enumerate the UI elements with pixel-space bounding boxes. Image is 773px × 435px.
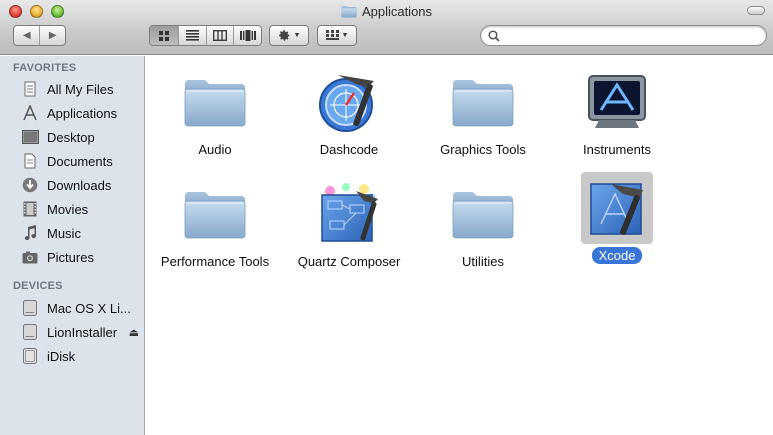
devices-header: DEVICES [13,280,63,292]
file-item-performance-tools[interactable]: Performance Tools [155,178,275,270]
file-name: Utilities [462,254,504,269]
search-field[interactable] [480,25,767,46]
file-name: Audio [198,142,232,157]
sidebar-item-label: All My Files [47,81,114,97]
folder-icon [341,5,357,18]
folder-icon [183,76,247,128]
action-menu[interactable]: ▼ [269,25,309,46]
file-name: Performance Tools [160,254,270,269]
sidebar-item-all-my-files[interactable]: All My Files [0,77,144,101]
back-button[interactable]: ◀ [14,26,39,45]
sidebar-item-label: Mac OS X Li... [47,300,131,316]
file-name: Xcode [591,247,643,264]
search-icon [488,29,500,42]
idisk-icon [21,347,39,365]
sidebar-item-lioninstaller[interactable]: LionInstaller ⏏ [0,320,144,344]
quartz-composer-icon [321,183,378,242]
file-item-graphics-tools[interactable]: Graphics Tools [423,66,543,158]
chevron-down-icon: ▼ [293,32,301,39]
pictures-icon [21,248,39,266]
file-item-utilities[interactable]: Utilities [423,178,543,270]
arrange-icon [325,30,339,40]
dashcode-icon [319,75,374,132]
folder-icon [183,188,247,240]
sidebar-item-music[interactable]: Music [0,221,144,245]
sidebar-item-label: Movies [47,201,89,217]
sidebar-item-label: iDisk [47,348,76,364]
window-title-text: Applications [361,4,433,19]
documents-icon [21,152,39,170]
favorites-header: FAVORITES [13,62,77,74]
file-item-dashcode[interactable]: Dashcode [289,66,409,158]
chevron-down-icon: ▼ [341,32,349,39]
file-name: Quartz Composer [297,254,401,269]
forward-button[interactable]: ▶ [39,26,65,45]
sidebar-item-downloads[interactable]: Downloads [0,173,144,197]
sidebar-item-desktop[interactable]: Desktop [0,125,144,149]
movies-icon [21,200,39,218]
sidebar: FAVORITES All My Files Applications Desk… [0,56,145,435]
list-view-button[interactable] [177,26,206,45]
cover-flow-icon [239,30,256,41]
window-title: Applications [0,4,773,19]
folder-icon [451,188,515,240]
sidebar-item-movies[interactable]: Movies [0,197,144,221]
toolbar-toggle-button[interactable] [747,6,765,15]
selection-highlight [581,172,653,244]
search-input[interactable] [506,28,756,43]
music-icon [21,224,39,242]
sidebar-item-applications[interactable]: Applications [0,101,144,125]
sidebar-item-pictures[interactable]: Pictures [0,245,144,269]
hard-drive-icon [21,299,39,317]
instruments-icon [588,75,646,128]
file-item-audio[interactable]: Audio [155,66,275,158]
file-item-quartz-composer[interactable]: Quartz Composer [289,178,409,270]
forward-arrow-icon: ▶ [48,30,57,41]
hard-drive-icon [21,323,39,341]
sidebar-item-label: Downloads [47,177,112,193]
column-view-icon [212,30,227,41]
gear-icon [278,30,289,41]
finder-window: Applications ◀ ▶ ▼ ▼ FAVORITES All My Fi… [0,0,773,435]
view-mode-control [149,25,262,46]
sidebar-item-mac-os-x[interactable]: Mac OS X Li... [0,296,144,320]
sidebar-item-documents[interactable]: Documents [0,149,144,173]
arrange-menu[interactable]: ▼ [317,25,357,46]
toolbar: Applications ◀ ▶ ▼ ▼ [0,0,773,55]
back-arrow-icon: ◀ [22,30,31,41]
file-item-instruments[interactable]: Instruments [557,66,677,158]
sidebar-item-label: Pictures [47,249,94,265]
folder-icon [451,76,515,128]
sidebar-item-label: LionInstaller [47,324,118,340]
list-view-icon [185,30,199,41]
xcode-icon [590,183,643,235]
sidebar-item-label: Music [47,225,81,241]
sidebar-item-idisk[interactable]: iDisk [0,344,144,368]
icon-view-button[interactable] [150,26,178,45]
applications-icon [21,104,39,122]
file-item-xcode[interactable]: Xcode [557,172,677,264]
sidebar-item-label: Applications [47,105,118,121]
sidebar-item-label: Documents [47,153,113,169]
sidebar-item-label: Desktop [47,129,95,145]
cover-flow-view-button[interactable] [233,26,261,45]
icon-view-icon [158,30,169,41]
eject-icon[interactable]: ⏏ [129,326,139,339]
file-name: Instruments [583,142,651,157]
back-forward-control: ◀ ▶ [13,25,66,46]
desktop-icon [21,128,39,146]
file-name: Graphics Tools [440,142,526,157]
all-files-icon [21,80,39,98]
downloads-icon [21,176,39,194]
column-view-button[interactable] [205,26,234,45]
file-icon-grid: Audio Dashcode Graphics Tools Instrument… [145,56,773,435]
file-name: Dashcode [319,142,379,157]
